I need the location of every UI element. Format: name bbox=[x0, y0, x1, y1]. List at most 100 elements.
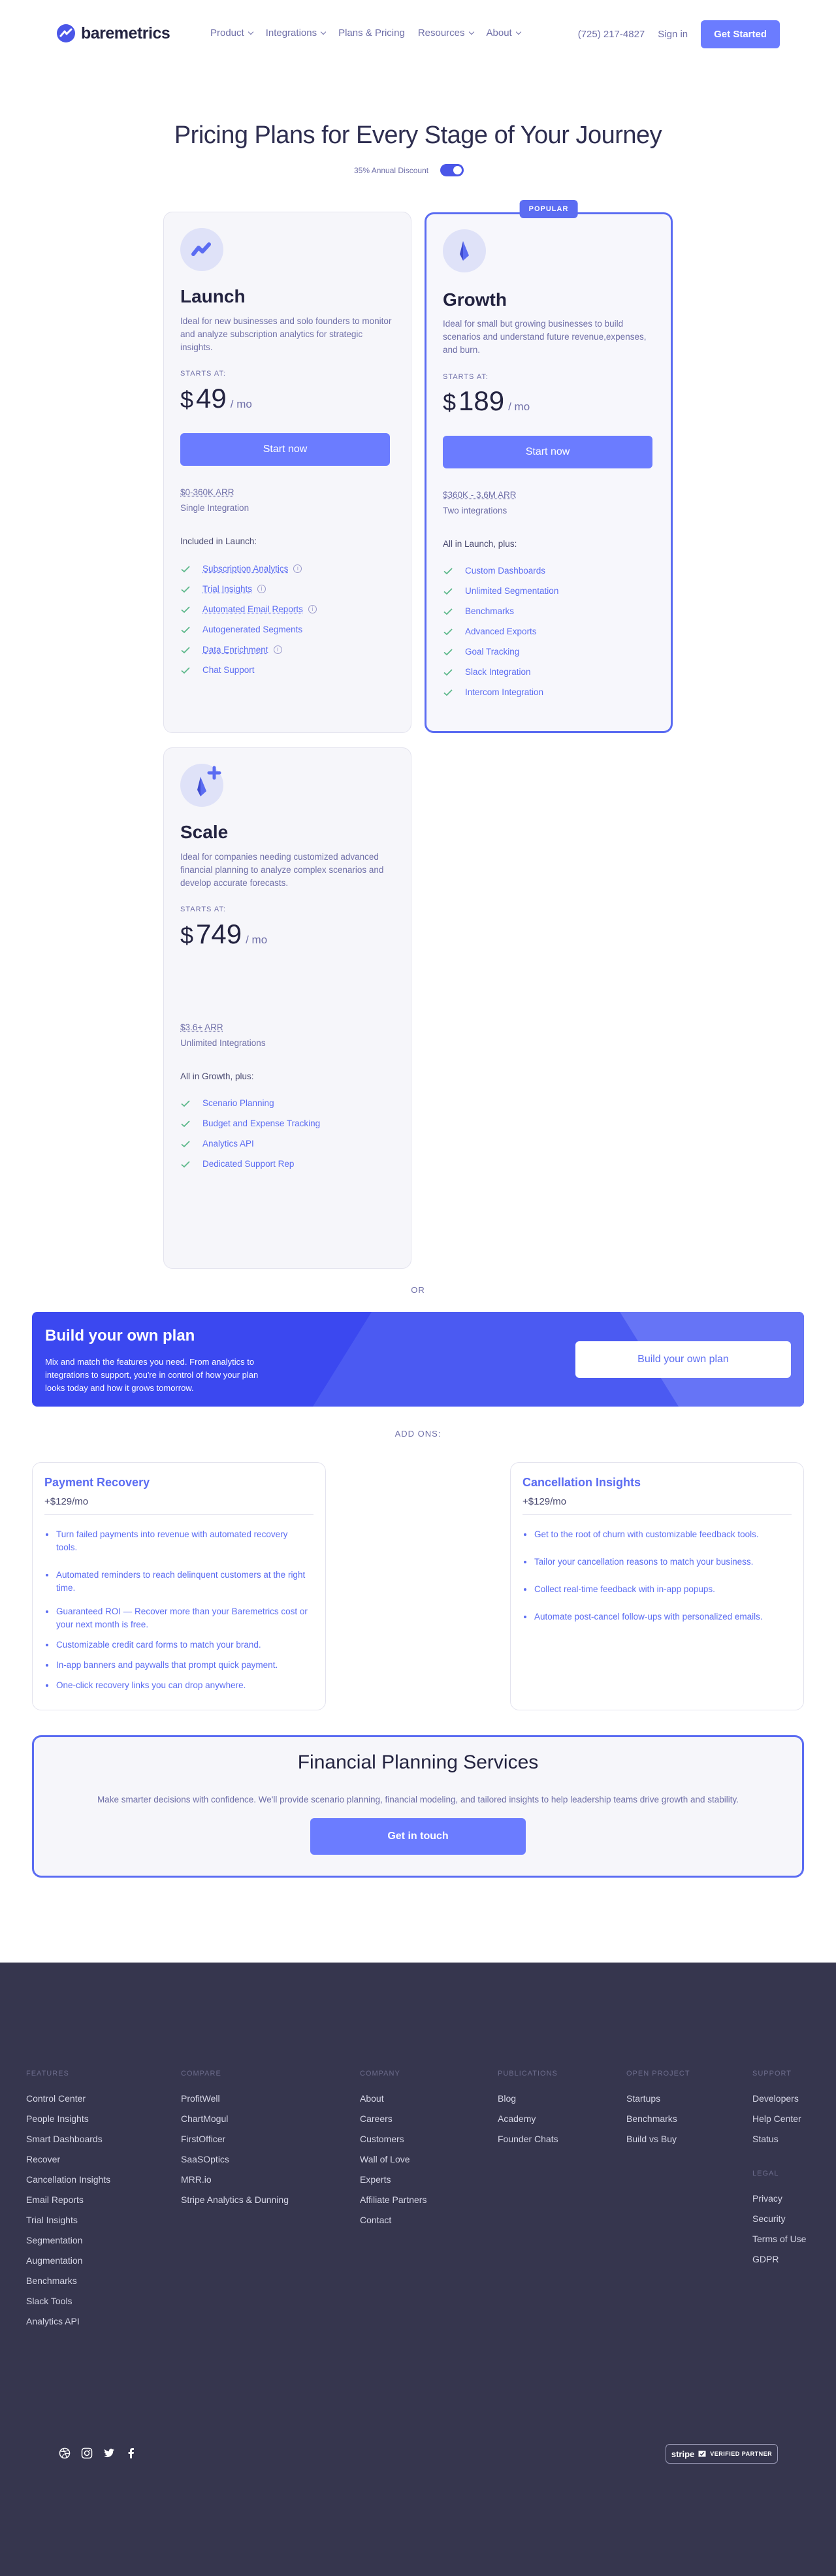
plan-card-launch: Launch Ideal for new businesses and solo… bbox=[163, 212, 411, 733]
footer-link[interactable]: Careers bbox=[360, 2113, 426, 2134]
footer-link[interactable]: Privacy bbox=[752, 2193, 806, 2213]
build-plan-description: Mix and match the features you need. Fro… bbox=[45, 1357, 259, 1393]
footer-link[interactable]: Help Center bbox=[752, 2113, 806, 2134]
arr-range[interactable]: $0-360K ARR bbox=[180, 487, 234, 497]
check-icon bbox=[443, 567, 453, 574]
footer-link[interactable]: Cancellation Insights bbox=[26, 2174, 110, 2194]
list-item: One-click recovery links you can drop an… bbox=[44, 1679, 310, 1692]
price-amount: 749 bbox=[196, 919, 242, 949]
price-currency: $ bbox=[443, 389, 457, 416]
addon-card-cancellation-insights: Cancellation Insights +$129/mo Get to th… bbox=[510, 1462, 804, 1710]
footer-link[interactable]: MRR.io bbox=[181, 2174, 289, 2194]
list-item: Tailor your cancellation reasons to matc… bbox=[522, 1556, 788, 1569]
feature-label[interactable]: Subscription Analytics bbox=[202, 564, 288, 574]
footer-link[interactable]: Blog bbox=[498, 2093, 558, 2113]
facebook-icon[interactable] bbox=[125, 2447, 137, 2459]
nav-product[interactable]: Product bbox=[210, 27, 253, 39]
footer-link[interactable]: Founder Chats bbox=[498, 2134, 558, 2154]
feature-label[interactable]: Data Enrichment bbox=[202, 645, 268, 655]
phone-link[interactable]: (725) 217-4827 bbox=[578, 29, 645, 40]
launch-plan-icon bbox=[180, 228, 223, 271]
footer-link[interactable]: Contact bbox=[360, 2215, 426, 2235]
footer-link[interactable]: Trial Insights bbox=[26, 2215, 110, 2235]
footer-link[interactable]: Startups bbox=[626, 2093, 690, 2113]
footer-link[interactable]: Augmentation bbox=[26, 2255, 110, 2275]
info-icon[interactable]: i bbox=[273, 645, 282, 654]
footer-link[interactable]: Benchmarks bbox=[626, 2113, 690, 2134]
footer-link[interactable]: Recover bbox=[26, 2154, 110, 2174]
check-icon bbox=[181, 666, 190, 674]
footer-link[interactable]: People Insights bbox=[26, 2113, 110, 2134]
brand-logo[interactable]: baremetrics bbox=[56, 24, 170, 43]
arr-range[interactable]: $360K - 3.6M ARR bbox=[443, 490, 517, 500]
footer-col-support: SUPPORT Developers Help Center Status LE… bbox=[752, 2070, 806, 2274]
list-item: Intercom Integration bbox=[443, 682, 558, 702]
feature-list: Subscription Analytics i Trial Insights i … bbox=[180, 559, 317, 680]
nav-plans-pricing[interactable]: Plans & Pricing bbox=[338, 27, 405, 39]
footer-col-company: COMPANY About Careers Customers Wall of … bbox=[360, 2070, 426, 2235]
list-item: Guaranteed ROI — Recover more than your … bbox=[44, 1605, 310, 1631]
nav-about[interactable]: About bbox=[487, 27, 521, 39]
footer-link[interactable]: ChartMogul bbox=[181, 2113, 289, 2134]
twitter-icon[interactable] bbox=[103, 2447, 115, 2459]
footer-link[interactable]: Developers bbox=[752, 2093, 806, 2113]
footer-link[interactable]: Customers bbox=[360, 2134, 426, 2154]
footer-link[interactable]: Build vs Buy bbox=[626, 2134, 690, 2154]
arr-range[interactable]: $3.6+ ARR bbox=[180, 1022, 223, 1032]
info-icon[interactable]: i bbox=[257, 585, 266, 593]
addon-feature-list: Get to the root of churn with customizab… bbox=[522, 1528, 788, 1631]
chevron-down-icon bbox=[515, 29, 521, 35]
check-icon bbox=[443, 668, 453, 676]
annual-discount-toggle[interactable] bbox=[440, 164, 464, 176]
get-in-touch-button[interactable]: Get in touch bbox=[310, 1818, 526, 1855]
plan-description: Ideal for companies needing customized a… bbox=[180, 852, 384, 888]
plan-price: $ 49 / mo bbox=[180, 383, 252, 414]
check-icon bbox=[181, 1160, 190, 1167]
footer-link[interactable]: Stripe Analytics & Dunning bbox=[181, 2194, 289, 2215]
list-item: Automate post-cancel follow-ups with per… bbox=[522, 1610, 788, 1623]
sign-in-link[interactable]: Sign in bbox=[658, 29, 688, 40]
check-icon bbox=[181, 1120, 190, 1127]
feature-label: Budget and Expense Tracking bbox=[202, 1118, 321, 1128]
starts-at-label: STARTS AT: bbox=[180, 905, 226, 913]
footer-link[interactable]: ProfitWell bbox=[181, 2093, 289, 2113]
footer-link[interactable]: GDPR bbox=[752, 2254, 806, 2274]
footer-link[interactable]: Wall of Love bbox=[360, 2154, 426, 2174]
footer-link[interactable]: SaaSOptics bbox=[181, 2154, 289, 2174]
starts-at-label: STARTS AT: bbox=[443, 373, 489, 381]
get-started-button[interactable]: Get Started bbox=[701, 20, 780, 48]
footer-link[interactable]: Segmentation bbox=[26, 2235, 110, 2255]
footer-link[interactable]: Status bbox=[752, 2134, 806, 2154]
stripe-verified-partner-badge[interactable]: stripe VERIFIED PARTNER bbox=[666, 2444, 778, 2464]
footer-link[interactable]: Experts bbox=[360, 2174, 426, 2194]
start-now-button[interactable]: Start now bbox=[180, 433, 390, 466]
footer-link[interactable]: Smart Dashboards bbox=[26, 2134, 110, 2154]
footer-link[interactable]: Slack Tools bbox=[26, 2296, 110, 2316]
feature-label[interactable]: Trial Insights bbox=[202, 584, 252, 594]
footer-link[interactable]: Terms of Use bbox=[752, 2234, 806, 2254]
price-currency: $ bbox=[180, 386, 194, 413]
build-plan-button[interactable]: Build your own plan bbox=[575, 1341, 791, 1378]
feature-label[interactable]: Automated Email Reports bbox=[202, 604, 303, 614]
nav-integrations[interactable]: Integrations bbox=[266, 27, 327, 39]
info-icon[interactable]: i bbox=[308, 605, 317, 613]
list-item: Benchmarks bbox=[443, 601, 558, 621]
dribbble-icon[interactable] bbox=[59, 2447, 71, 2459]
footer-link[interactable]: Benchmarks bbox=[26, 2275, 110, 2296]
footer-link[interactable]: Security bbox=[752, 2213, 806, 2234]
start-now-button[interactable]: Start now bbox=[443, 436, 652, 468]
price-currency: $ bbox=[180, 922, 194, 949]
footer-link[interactable]: Affiliate Partners bbox=[360, 2194, 426, 2215]
footer-link[interactable]: Analytics API bbox=[26, 2316, 110, 2336]
footer-link[interactable]: Email Reports bbox=[26, 2194, 110, 2215]
nav-resources[interactable]: Resources bbox=[418, 27, 474, 39]
feature-label: Goal Tracking bbox=[465, 647, 520, 657]
footer-link[interactable]: FirstOfficer bbox=[181, 2134, 289, 2154]
plan-name: Scale bbox=[180, 822, 229, 842]
footer-link[interactable]: Academy bbox=[498, 2113, 558, 2134]
footer-link[interactable]: Control Center bbox=[26, 2093, 110, 2113]
instagram-icon[interactable] bbox=[81, 2447, 93, 2459]
info-icon[interactable]: i bbox=[293, 564, 302, 573]
footer-link[interactable]: About bbox=[360, 2093, 426, 2113]
plan-description: Ideal for new businesses and solo founde… bbox=[180, 316, 392, 352]
